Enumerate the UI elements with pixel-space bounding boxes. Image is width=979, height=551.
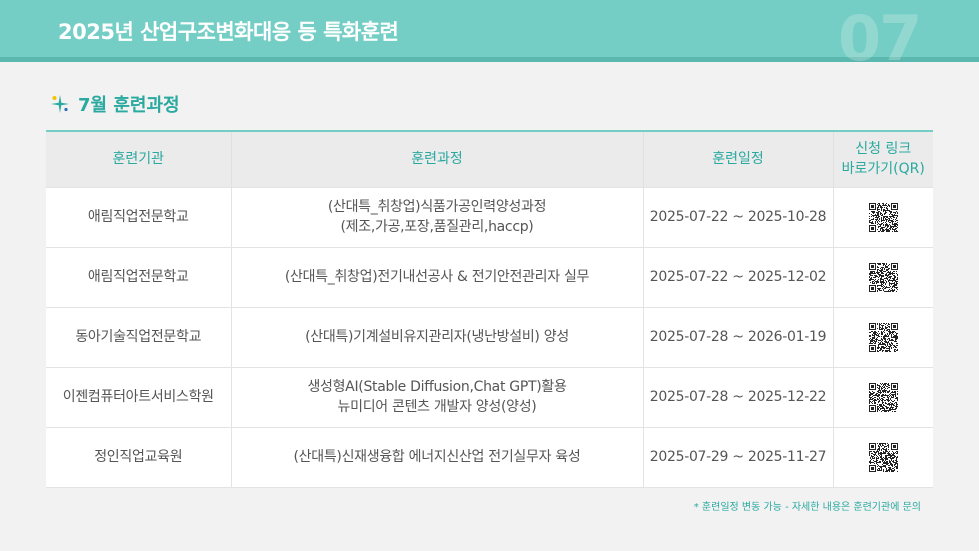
- header-institution: 훈련기관: [46, 131, 232, 187]
- qr-code-icon[interactable]: [868, 382, 898, 412]
- cell-schedule: 2025-07-28 ~ 2026-01-19: [643, 306, 834, 367]
- table-row: 애림직업전문학교 (산대특_취창업)전기내선공사 & 전기안전관리자 실무 20…: [46, 246, 933, 307]
- cell-course: 생성형AI(Stable Diffusion,Chat GPT)활용 뉴미디어 …: [231, 366, 644, 427]
- course-table: 훈련기관 훈련과정 훈련일정 신청 링크 바로가기(QR) 애림직업전문학교 (…: [46, 130, 933, 488]
- course-line: (산대특)기계설비유지관리자(냉난방설비) 양성: [305, 329, 569, 345]
- course-line: (산대특_취창업)전기내선공사 & 전기안전관리자 실무: [284, 269, 590, 285]
- course-line: (제조,가공,포장,품질관리,haccp): [340, 219, 534, 235]
- cell-qr: [833, 366, 933, 427]
- cell-institution: 애림직업전문학교: [46, 186, 232, 247]
- qr-code-icon[interactable]: [868, 322, 898, 352]
- course-line: (산대특_취창업)식품가공인력양성과정: [327, 199, 547, 215]
- cell-qr: [833, 426, 933, 488]
- course-table-wrapper: 훈련기관 훈련과정 훈련일정 신청 링크 바로가기(QR) 애림직업전문학교 (…: [46, 130, 933, 488]
- table-row: 애림직업전문학교 (산대특_취창업)식품가공인력양성과정 (제조,가공,포장,품…: [46, 186, 933, 247]
- course-line: 생성형AI(Stable Diffusion,Chat GPT)활용: [307, 379, 567, 395]
- cell-qr: [833, 186, 933, 247]
- header-underline: [0, 57, 979, 62]
- header-course: 훈련과정: [231, 131, 644, 187]
- cell-course: (산대특_취창업)전기내선공사 & 전기안전관리자 실무: [231, 246, 644, 307]
- qr-code-icon[interactable]: [868, 202, 898, 232]
- header-link-line2: 바로가기(QR): [841, 161, 925, 178]
- cell-course: (산대특)신재생융합 에너지신산업 전기실무자 육성: [231, 426, 644, 488]
- cell-course: (산대특)기계설비유지관리자(냉난방설비) 양성: [231, 306, 644, 367]
- header-link-line1: 신청 링크: [855, 141, 912, 158]
- section-title: 7월 훈련과정: [78, 95, 180, 116]
- cell-qr: [833, 246, 933, 307]
- cell-qr: [833, 306, 933, 367]
- cell-institution: 동아기술직업전문학교: [46, 306, 232, 367]
- cell-schedule: 2025-07-22 ~ 2025-10-28: [643, 186, 834, 247]
- header-bar: 2025년 산업구조변화대응 등 특화훈련 07: [0, 0, 979, 70]
- table-row: 정인직업교육원 (산대특)신재생융합 에너지신산업 전기실무자 육성 2025-…: [46, 426, 933, 488]
- cell-schedule: 2025-07-28 ~ 2025-12-22: [643, 366, 834, 427]
- page-number: 07: [838, 2, 922, 75]
- qr-code-icon[interactable]: [868, 442, 898, 472]
- course-line: (산대특)신재생융합 에너지신산업 전기실무자 육성: [293, 449, 581, 465]
- header-link: 신청 링크 바로가기(QR): [833, 131, 933, 187]
- cell-institution: 이젠컴퓨터아트서비스학원: [46, 366, 232, 427]
- qr-code-icon[interactable]: [868, 262, 898, 292]
- cell-institution: 애림직업전문학교: [46, 246, 232, 307]
- table-row: 동아기술직업전문학교 (산대특)기계설비유지관리자(냉난방설비) 양성 2025…: [46, 306, 933, 367]
- cell-course: (산대특_취창업)식품가공인력양성과정 (제조,가공,포장,품질관리,haccp…: [231, 186, 644, 247]
- header-schedule: 훈련일정: [643, 131, 834, 187]
- course-line: 뉴미디어 콘텐츠 개발자 양성(양성): [337, 399, 537, 415]
- cell-schedule: 2025-07-29 ~ 2025-11-27: [643, 426, 834, 488]
- page-title: 2025년 산업구조변화대응 등 특화훈련: [58, 20, 399, 44]
- sparkle-icon: [51, 95, 69, 113]
- table-row: 이젠컴퓨터아트서비스학원 생성형AI(Stable Diffusion,Chat…: [46, 366, 933, 427]
- footnote: * 훈련일정 변동 가능 - 자세한 내용은 훈련기관에 문의: [693, 502, 921, 513]
- section-heading: 7월 훈련과정: [50, 91, 180, 117]
- table-header-row: 훈련기관 훈련과정 훈련일정 신청 링크 바로가기(QR): [46, 131, 933, 187]
- cell-institution: 정인직업교육원: [46, 426, 232, 488]
- cell-schedule: 2025-07-22 ~ 2025-12-02: [643, 246, 834, 307]
